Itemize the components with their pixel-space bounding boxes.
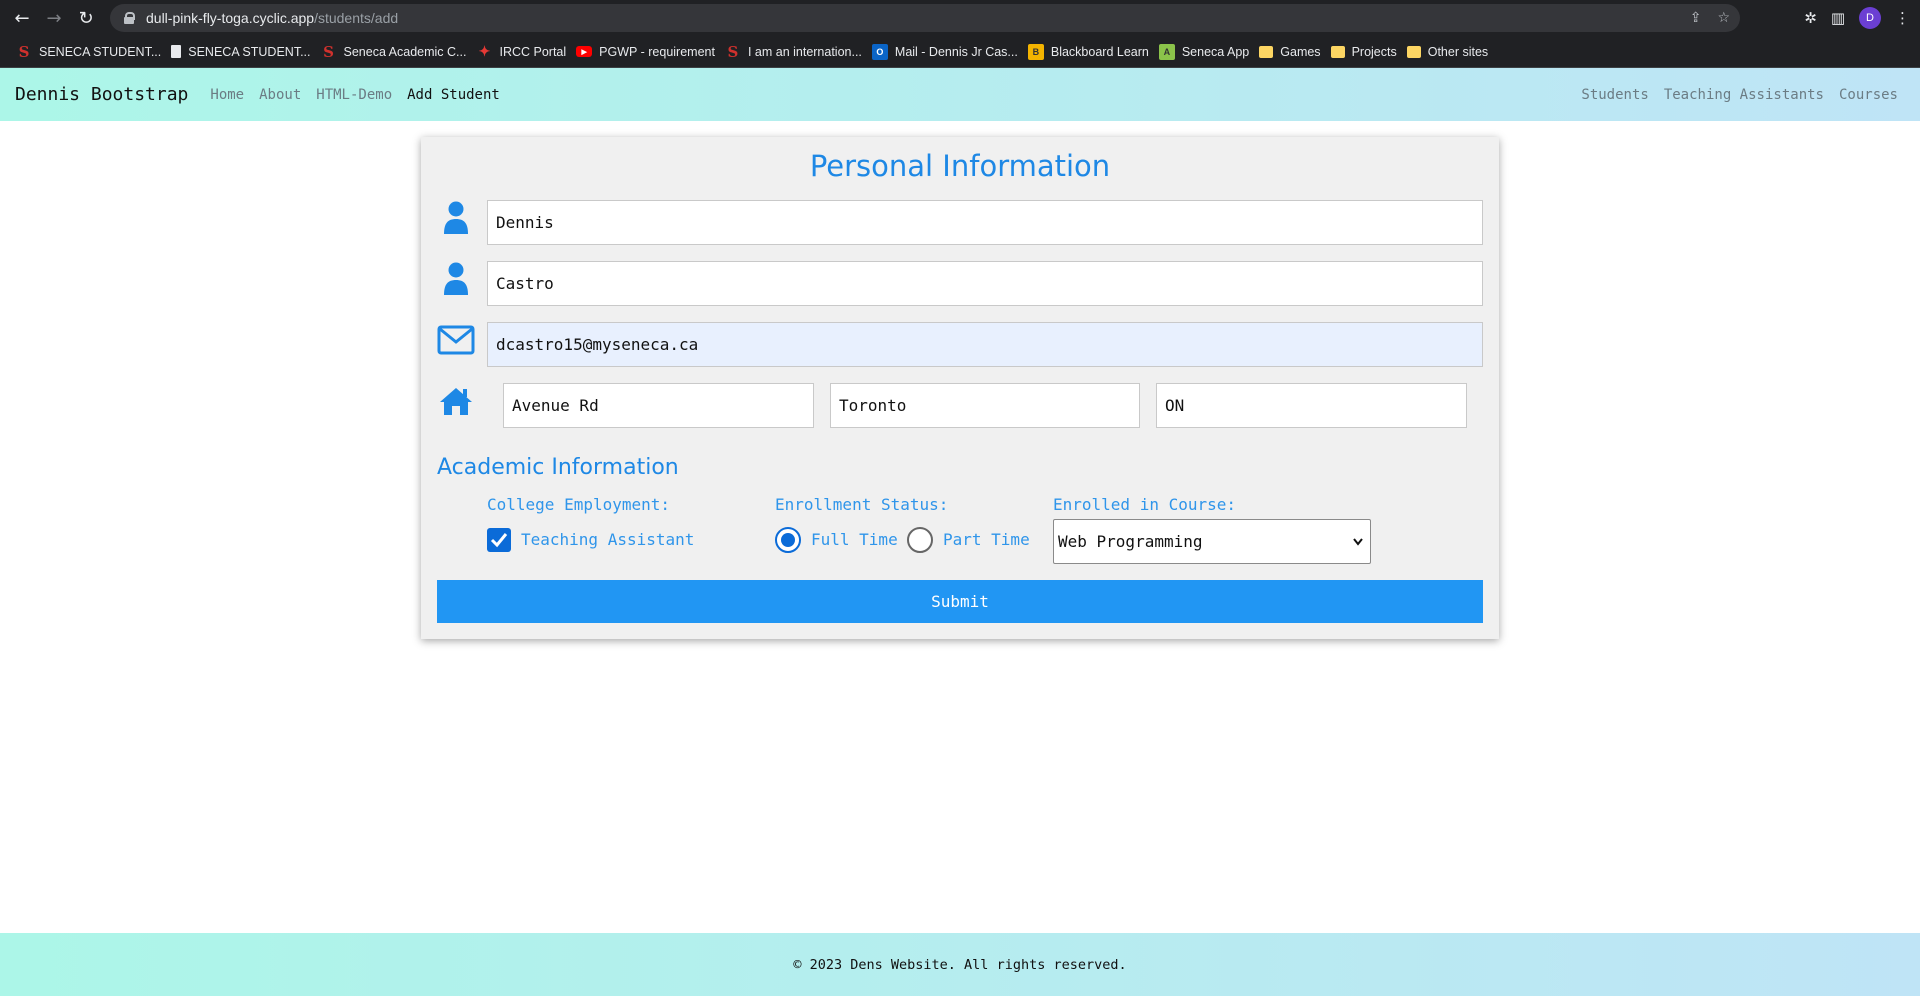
app-icon: A <box>1158 43 1175 60</box>
folder-icon <box>1330 45 1345 58</box>
lock-icon <box>124 12 135 24</box>
bookmark-label: PGWP - requirement <box>599 44 715 59</box>
nav-link-add-student[interactable]: Add Student <box>407 87 500 103</box>
seneca-icon: S <box>18 42 30 61</box>
bookmark-item[interactable]: Projects <box>1329 38 1405 66</box>
nav-link-teaching-assistants[interactable]: Teaching Assistants <box>1664 87 1824 103</box>
bookmark-label: IRCC Portal <box>499 44 567 59</box>
add-student-form: Personal Information Dennis Castro dcast… <box>421 137 1499 639</box>
nav-link-home[interactable]: Home <box>210 87 244 103</box>
submit-button[interactable]: Submit <box>437 580 1483 623</box>
folder-icon <box>1259 45 1274 58</box>
full-time-radio[interactable] <box>775 527 801 553</box>
site-footer: © 2023 Dens Website. All rights reserved… <box>0 933 1920 996</box>
extensions-icon[interactable]: ✲ <box>1804 9 1817 27</box>
user-icon <box>437 199 475 237</box>
last-name-input[interactable]: Castro <box>487 261 1483 306</box>
academic-section-title: Academic Information <box>437 455 679 480</box>
bookmark-item[interactable]: A Seneca App <box>1157 38 1257 66</box>
bookmark-label: I am an internation... <box>747 44 862 59</box>
chevron-down-icon <box>1353 538 1363 546</box>
back-arrow-icon[interactable]: ← <box>8 4 36 32</box>
bookmark-label: Other sites <box>1427 44 1489 59</box>
bookmark-label: SENECA STUDENT... <box>188 44 311 59</box>
share-icon[interactable]: ⇪ <box>1690 10 1702 26</box>
bookmark-item[interactable]: O Mail - Dennis Jr Cas... <box>870 38 1026 66</box>
checkmark-icon <box>490 533 508 548</box>
reload-icon[interactable]: ↻ <box>72 4 100 32</box>
url-path: /students/add <box>314 10 399 26</box>
nav-link-html-demo[interactable]: HTML-Demo <box>316 87 392 103</box>
street-input[interactable]: Avenue Rd <box>503 383 814 428</box>
bookmark-item[interactable]: S I am an internation... <box>723 38 870 66</box>
side-panel-icon[interactable]: ▥ <box>1831 9 1845 27</box>
profile-avatar[interactable]: D <box>1859 7 1881 29</box>
teaching-assistant-label[interactable]: Teaching Assistant <box>521 530 694 549</box>
youtube-icon: ▶ <box>576 46 593 57</box>
bookmark-label: Seneca App <box>1181 44 1250 59</box>
part-time-label[interactable]: Part Time <box>943 530 1030 549</box>
address-bar[interactable]: dull-pink-fly-toga.cyclic.app/students/a… <box>110 4 1740 32</box>
course-label: Enrolled in Course: <box>1053 495 1237 514</box>
bookmark-label: SENECA STUDENT... <box>39 44 162 59</box>
province-input[interactable]: ON <box>1156 383 1467 428</box>
menu-kebab-icon[interactable]: ⋮ <box>1895 9 1910 27</box>
seneca-icon: S <box>323 42 334 61</box>
nav-link-students[interactable]: Students <box>1581 87 1648 103</box>
maple-leaf-icon: ✦ <box>478 43 491 59</box>
course-select[interactable]: Web Programming <box>1053 519 1371 564</box>
form-title: Personal Information <box>809 149 1111 183</box>
bookmark-item[interactable]: B Blackboard Learn <box>1026 38 1157 66</box>
url-host: dull-pink-fly-toga.cyclic.app <box>146 10 315 26</box>
bookmark-item[interactable]: SENECA STUDENT... <box>169 38 318 66</box>
browser-toolbar: ← → ↻ dull-pink-fly-toga.cyclic.app/stud… <box>0 0 1920 36</box>
bookmark-item[interactable]: Games <box>1257 38 1328 66</box>
brand-link[interactable]: Dennis Bootstrap <box>15 84 188 105</box>
forward-arrow-icon[interactable]: → <box>40 4 68 32</box>
bookmark-label: Blackboard Learn <box>1050 44 1149 59</box>
outlook-icon: O <box>871 43 888 60</box>
bookmark-label: Seneca Academic C... <box>343 44 467 59</box>
bookmark-label: Games <box>1280 44 1321 59</box>
bookmark-item[interactable]: S SENECA STUDENT... <box>14 38 169 66</box>
envelope-icon <box>437 321 475 359</box>
enrollment-status-label: Enrollment Status: <box>775 495 949 514</box>
star-icon[interactable]: ☆ <box>1717 10 1730 26</box>
bookmark-label: Mail - Dennis Jr Cas... <box>894 44 1018 59</box>
full-time-label[interactable]: Full Time <box>811 530 898 549</box>
first-name-input[interactable]: Dennis <box>487 200 1483 245</box>
site-navbar: Dennis Bootstrap Home About HTML-Demo Ad… <box>0 68 1920 121</box>
email-input[interactable]: dcastro15@myseneca.ca <box>487 322 1483 367</box>
document-icon <box>171 45 182 58</box>
blackboard-icon: B <box>1027 43 1044 60</box>
bookmark-item[interactable]: ✦ IRCC Portal <box>474 38 574 66</box>
part-time-radio[interactable] <box>907 527 933 553</box>
footer-copyright: © 2023 Dens Website. All rights reserved… <box>793 956 1127 973</box>
bookmark-label: Projects <box>1351 44 1397 59</box>
employment-label: College Employment: <box>487 495 671 514</box>
bookmarks-bar: S SENECA STUDENT... SENECA STUDENT... S Se… <box>0 36 1920 68</box>
nav-link-courses[interactable]: Courses <box>1839 87 1898 103</box>
bookmark-item[interactable]: Other sites <box>1405 38 1496 66</box>
course-select-value: Web Programming <box>1058 532 1203 551</box>
seneca-icon: S <box>727 42 739 61</box>
user-icon <box>437 260 475 298</box>
home-icon <box>437 382 475 420</box>
bookmark-item[interactable]: ▶ PGWP - requirement <box>574 38 723 66</box>
bookmark-item[interactable]: S Seneca Academic C... <box>319 38 475 66</box>
nav-link-about[interactable]: About <box>259 87 301 103</box>
teaching-assistant-checkbox[interactable] <box>487 528 511 552</box>
folder-icon <box>1406 45 1421 58</box>
city-input[interactable]: Toronto <box>830 383 1140 428</box>
